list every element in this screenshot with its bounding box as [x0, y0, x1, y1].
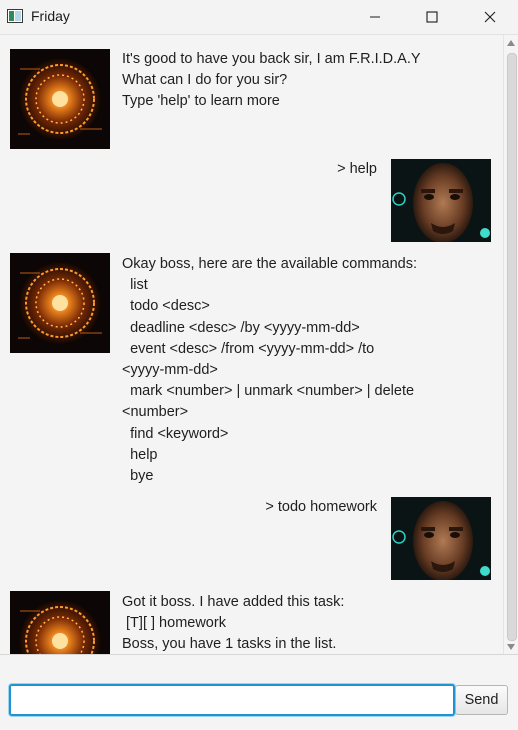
chat-history[interactable]: It's good to have you back sir, I am F.R…	[0, 35, 518, 655]
user-message-text: > todo homework	[265, 499, 377, 515]
friday-message-text: It's good to have you back sir, I am F.R…	[122, 51, 421, 110]
user-message-text: > help	[337, 161, 377, 177]
arc-reactor-avatar	[10, 49, 110, 149]
arc-reactor-avatar	[10, 591, 110, 654]
maximize-icon	[426, 11, 438, 23]
scroll-up-arrow-icon[interactable]	[507, 40, 515, 46]
title-bar: Friday	[0, 0, 518, 35]
user-portrait-avatar	[391, 159, 491, 242]
friday-message-text: Okay boss, here are the available comman…	[122, 256, 417, 485]
friday-message-text: Got it boss. I have added this task: [T]…	[122, 594, 345, 653]
maximize-button[interactable]	[409, 0, 455, 34]
scroll-down-arrow-icon[interactable]	[507, 644, 515, 650]
arc-reactor-avatar	[10, 253, 110, 353]
app-icon	[7, 9, 23, 23]
user-portrait-avatar	[391, 497, 491, 580]
close-button[interactable]	[467, 0, 513, 34]
minimize-button[interactable]	[352, 0, 398, 34]
send-button[interactable]: Send	[455, 685, 508, 715]
scrollbar-thumb[interactable]	[507, 53, 517, 641]
close-icon	[484, 11, 496, 23]
message-input[interactable]	[9, 684, 455, 716]
minimize-icon	[370, 16, 380, 18]
window-title: Friday	[31, 8, 70, 24]
